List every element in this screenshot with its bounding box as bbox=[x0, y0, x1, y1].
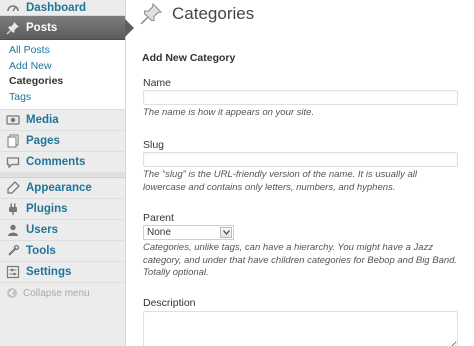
chevron-down-icon bbox=[220, 227, 232, 238]
comments-icon bbox=[6, 155, 20, 169]
sidebar-item-label: Appearance bbox=[26, 182, 92, 194]
dashboard-icon bbox=[6, 1, 20, 15]
pages-icon bbox=[6, 134, 20, 148]
settings-icon bbox=[6, 265, 20, 279]
plugins-icon bbox=[6, 202, 20, 216]
sidebar-item-label: Plugins bbox=[26, 203, 68, 215]
page-title: Categories bbox=[172, 4, 255, 23]
main-content: Categories Add New Category Name The nam… bbox=[127, 0, 474, 346]
sidebar-item-label: Media bbox=[26, 114, 59, 126]
sidebar-item-label: Dashboard bbox=[26, 1, 87, 14]
appearance-icon bbox=[6, 181, 20, 195]
sidebar-item-pages[interactable]: Pages bbox=[0, 131, 125, 152]
description-label: Description bbox=[143, 297, 196, 309]
collapse-menu-label: Collapse menu bbox=[23, 287, 90, 299]
admin-sidebar: Dashboard Posts All Posts Add New Catego… bbox=[0, 0, 134, 346]
collapse-menu-button[interactable]: Collapse menu bbox=[0, 283, 125, 303]
posts-submenu: All Posts Add New Categories Tags bbox=[0, 40, 125, 110]
media-icon bbox=[6, 113, 20, 127]
slug-input[interactable] bbox=[143, 152, 458, 167]
description-textarea[interactable] bbox=[143, 311, 458, 346]
sidebar-item-label: Settings bbox=[26, 266, 72, 278]
sidebar-item-dashboard[interactable]: Dashboard bbox=[0, 0, 125, 16]
name-input[interactable] bbox=[143, 90, 458, 105]
sidebar-item-media[interactable]: Media bbox=[0, 110, 125, 131]
sidebar-item-plugins[interactable]: Plugins bbox=[0, 199, 125, 220]
name-label: Name bbox=[143, 77, 172, 89]
sidebar-item-label: Pages bbox=[26, 135, 60, 147]
sidebar-item-label: Comments bbox=[26, 156, 86, 168]
parent-select[interactable]: None bbox=[143, 225, 234, 240]
sidebar-item-users[interactable]: Users bbox=[0, 220, 125, 241]
submenu-all-posts[interactable]: All Posts bbox=[0, 43, 125, 59]
submenu-categories[interactable]: Categories bbox=[0, 74, 125, 90]
sidebar-item-label: Tools bbox=[26, 245, 56, 257]
sidebar-item-appearance[interactable]: Appearance bbox=[0, 178, 125, 199]
slug-label: Slug bbox=[143, 139, 165, 151]
section-title: Add New Category bbox=[142, 52, 236, 64]
sidebar-item-comments[interactable]: Comments bbox=[0, 152, 125, 173]
sidebar-item-label: Posts bbox=[26, 21, 58, 34]
sidebar-item-settings[interactable]: Settings bbox=[0, 262, 125, 283]
sidebar-item-posts[interactable]: Posts bbox=[0, 16, 134, 40]
name-help-text: The name is how it appears on your site. bbox=[143, 107, 315, 118]
parent-help-text: Categories, unlike tags, can have a hier… bbox=[143, 242, 458, 278]
users-icon bbox=[6, 223, 20, 237]
submenu-tags[interactable]: Tags bbox=[0, 90, 125, 106]
parent-label: Parent bbox=[143, 212, 174, 224]
pushpin-icon bbox=[139, 2, 163, 26]
page-header: Categories bbox=[139, 2, 254, 26]
pushpin-icon bbox=[6, 21, 20, 35]
parent-select-value: None bbox=[147, 227, 171, 238]
collapse-arrow-icon bbox=[6, 287, 18, 299]
sidebar-item-tools[interactable]: Tools bbox=[0, 241, 125, 262]
sidebar-item-label: Users bbox=[26, 224, 58, 236]
submenu-add-new[interactable]: Add New bbox=[0, 59, 125, 75]
tools-icon bbox=[6, 244, 20, 258]
slug-help-text: The “slug” is the URL-friendly version o… bbox=[143, 169, 418, 193]
